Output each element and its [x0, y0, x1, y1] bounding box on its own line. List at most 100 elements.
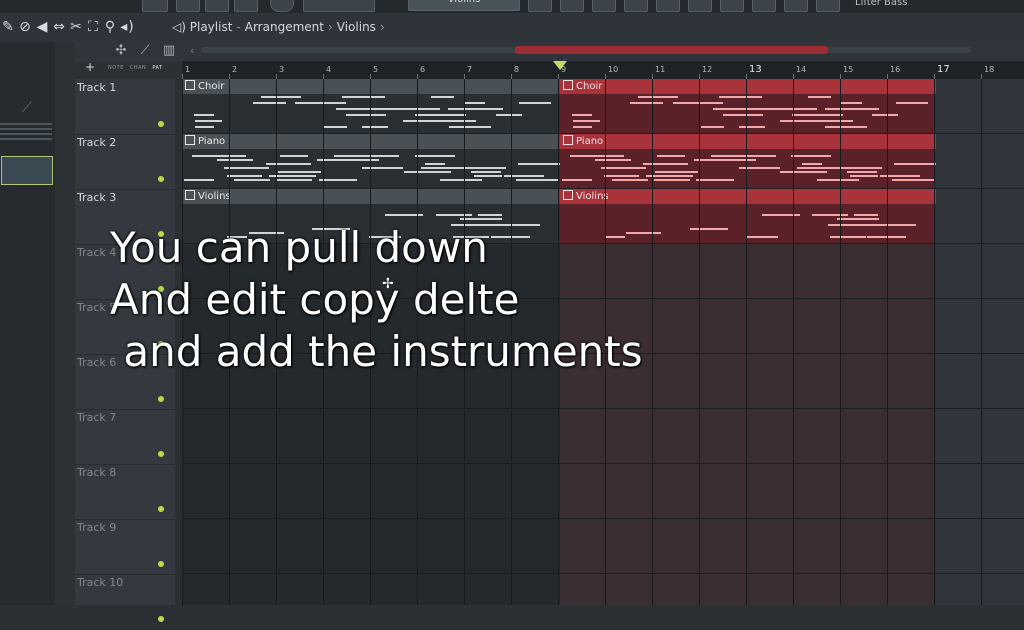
pattern-clip-choir[interactable]: Choir: [560, 79, 936, 133]
grid-track-line: [182, 463, 1024, 464]
snap-icon[interactable]: ✣: [109, 43, 133, 58]
midi-note: [792, 114, 819, 116]
midi-note: [324, 126, 347, 128]
scrollbar-thumb[interactable]: [515, 46, 828, 54]
midi-note: [802, 163, 822, 165]
track-enable-led[interactable]: [158, 561, 164, 567]
midi-note: [723, 114, 763, 116]
midi-note: [415, 155, 455, 157]
midi-note: [474, 175, 502, 177]
toolbar-button[interactable]: [784, 0, 808, 12]
midi-note: [711, 155, 750, 157]
clip-label: Violins: [576, 191, 609, 202]
midi-note: [433, 167, 454, 169]
track-enable-led[interactable]: [158, 121, 164, 127]
timeline-ruler[interactable]: 1 2 3 4 5 6 7 8 9 10 11 12 13 14 15 16 17 18: [182, 61, 1024, 80]
toolbar-button[interactable]: [303, 0, 375, 12]
pattern-icon: [185, 190, 195, 200]
draw-tool-icon[interactable]: ✎: [0, 19, 17, 35]
track-header[interactable]: Track 9: [75, 519, 175, 575]
add-track-button[interactable]: +: [85, 60, 95, 74]
midi-note: [701, 126, 724, 128]
post-song-area: [936, 79, 1024, 605]
slip-tool-icon[interactable]: ⇔: [51, 19, 68, 35]
waveform-icon: ⟋: [22, 100, 32, 116]
toolbar-button[interactable]: [528, 0, 552, 12]
mode-pat[interactable]: PAT: [152, 65, 162, 71]
midi-note: [655, 171, 690, 173]
track-enable-led[interactable]: [158, 451, 164, 457]
toolbar-button[interactable]: [752, 0, 776, 12]
track-header[interactable]: Track 8: [75, 464, 175, 520]
midi-note: [449, 126, 491, 128]
ruler-bar-number: 18: [984, 65, 995, 74]
midi-note: [280, 155, 308, 157]
track-label: Track 2: [77, 136, 117, 149]
playhead-marker[interactable]: [553, 61, 567, 70]
pattern-list: [0, 120, 52, 143]
record-button[interactable]: [270, 0, 294, 12]
track-header[interactable]: Track 10: [75, 574, 175, 630]
midi-note: [235, 175, 262, 177]
track-enable-led[interactable]: [158, 616, 164, 622]
ruler-bar-number: 3: [279, 65, 285, 74]
midi-note: [837, 218, 879, 220]
mode-note[interactable]: NOTE: [108, 65, 124, 71]
midi-note: [847, 171, 877, 173]
breadcrumb: ◁) Playlist - Arrangement › Violins ›: [172, 20, 389, 34]
pattern-entry: [0, 128, 52, 130]
toolbar-button[interactable]: [234, 0, 258, 12]
toolbar-button[interactable]: [142, 0, 168, 12]
main-toolbar: Violins Lifter Bass: [0, 0, 1024, 13]
track-enable-led[interactable]: [158, 506, 164, 512]
track-label: Track 3: [77, 191, 117, 204]
toolbar-button[interactable]: [592, 0, 616, 12]
ruler-bar-number: 10: [608, 65, 619, 74]
midi-note: [872, 114, 898, 116]
speaker-icon[interactable]: ◂): [119, 19, 136, 35]
breadcrumb-playlist[interactable]: Playlist: [190, 20, 233, 34]
toolbar-button[interactable]: [816, 0, 840, 12]
midi-note: [850, 175, 878, 177]
pattern-clip-choir[interactable]: Choir: [182, 79, 560, 133]
slide-icon[interactable]: ⟋: [133, 43, 157, 58]
midi-note: [334, 155, 373, 157]
toolbar-button[interactable]: [688, 0, 712, 12]
delete-tool-icon[interactable]: ⊘: [17, 19, 34, 35]
midi-note: [810, 167, 831, 169]
toolbar-button[interactable]: [176, 0, 200, 12]
video-caption: You can pull down And edit copy delte an…: [110, 223, 643, 376]
scroll-left-icon[interactable]: ‹: [190, 44, 194, 57]
midi-note: [519, 102, 551, 104]
pattern-selector[interactable]: Violins: [408, 0, 520, 11]
track-header[interactable]: Track 7: [75, 409, 175, 465]
select-tool-icon[interactable]: ⛶: [85, 19, 102, 35]
midi-note: [415, 114, 442, 116]
piano-icon[interactable]: ▥: [157, 43, 181, 58]
track-header[interactable]: Track 2: [75, 134, 175, 190]
grid-track-line: [182, 408, 1024, 409]
grid-bar-line: [652, 79, 653, 605]
toolbar-button[interactable]: [656, 0, 680, 12]
ruler-bar-number: 8: [514, 65, 520, 74]
toolbar-button[interactable]: [205, 0, 229, 12]
slice-tool-icon[interactable]: ✂: [68, 19, 85, 35]
track-enable-led[interactable]: [158, 176, 164, 182]
breadcrumb-arrangement[interactable]: Arrangement: [245, 20, 324, 34]
speaker-arrow-icon[interactable]: ◁): [172, 20, 186, 34]
pattern-clip-piano[interactable]: Piano: [560, 134, 936, 188]
toolbar-button[interactable]: [560, 0, 584, 12]
selected-pattern[interactable]: [1, 156, 53, 185]
toolbar-button[interactable]: [720, 0, 744, 12]
pattern-clip-piano[interactable]: Piano: [182, 134, 560, 188]
track-enable-led[interactable]: [158, 396, 164, 402]
ruler-bar-number: 7: [467, 65, 473, 74]
zoom-tool-icon[interactable]: ⚲: [102, 19, 119, 35]
pattern-picker-panel: ⟋: [0, 42, 56, 605]
clip-notes: [182, 94, 560, 133]
mode-chan[interactable]: CHAN: [130, 65, 146, 71]
breadcrumb-pattern[interactable]: Violins: [337, 20, 376, 34]
mute-tool-icon[interactable]: ◀: [34, 19, 51, 35]
track-header[interactable]: Track 1: [75, 79, 175, 135]
toolbar-button[interactable]: [624, 0, 648, 12]
